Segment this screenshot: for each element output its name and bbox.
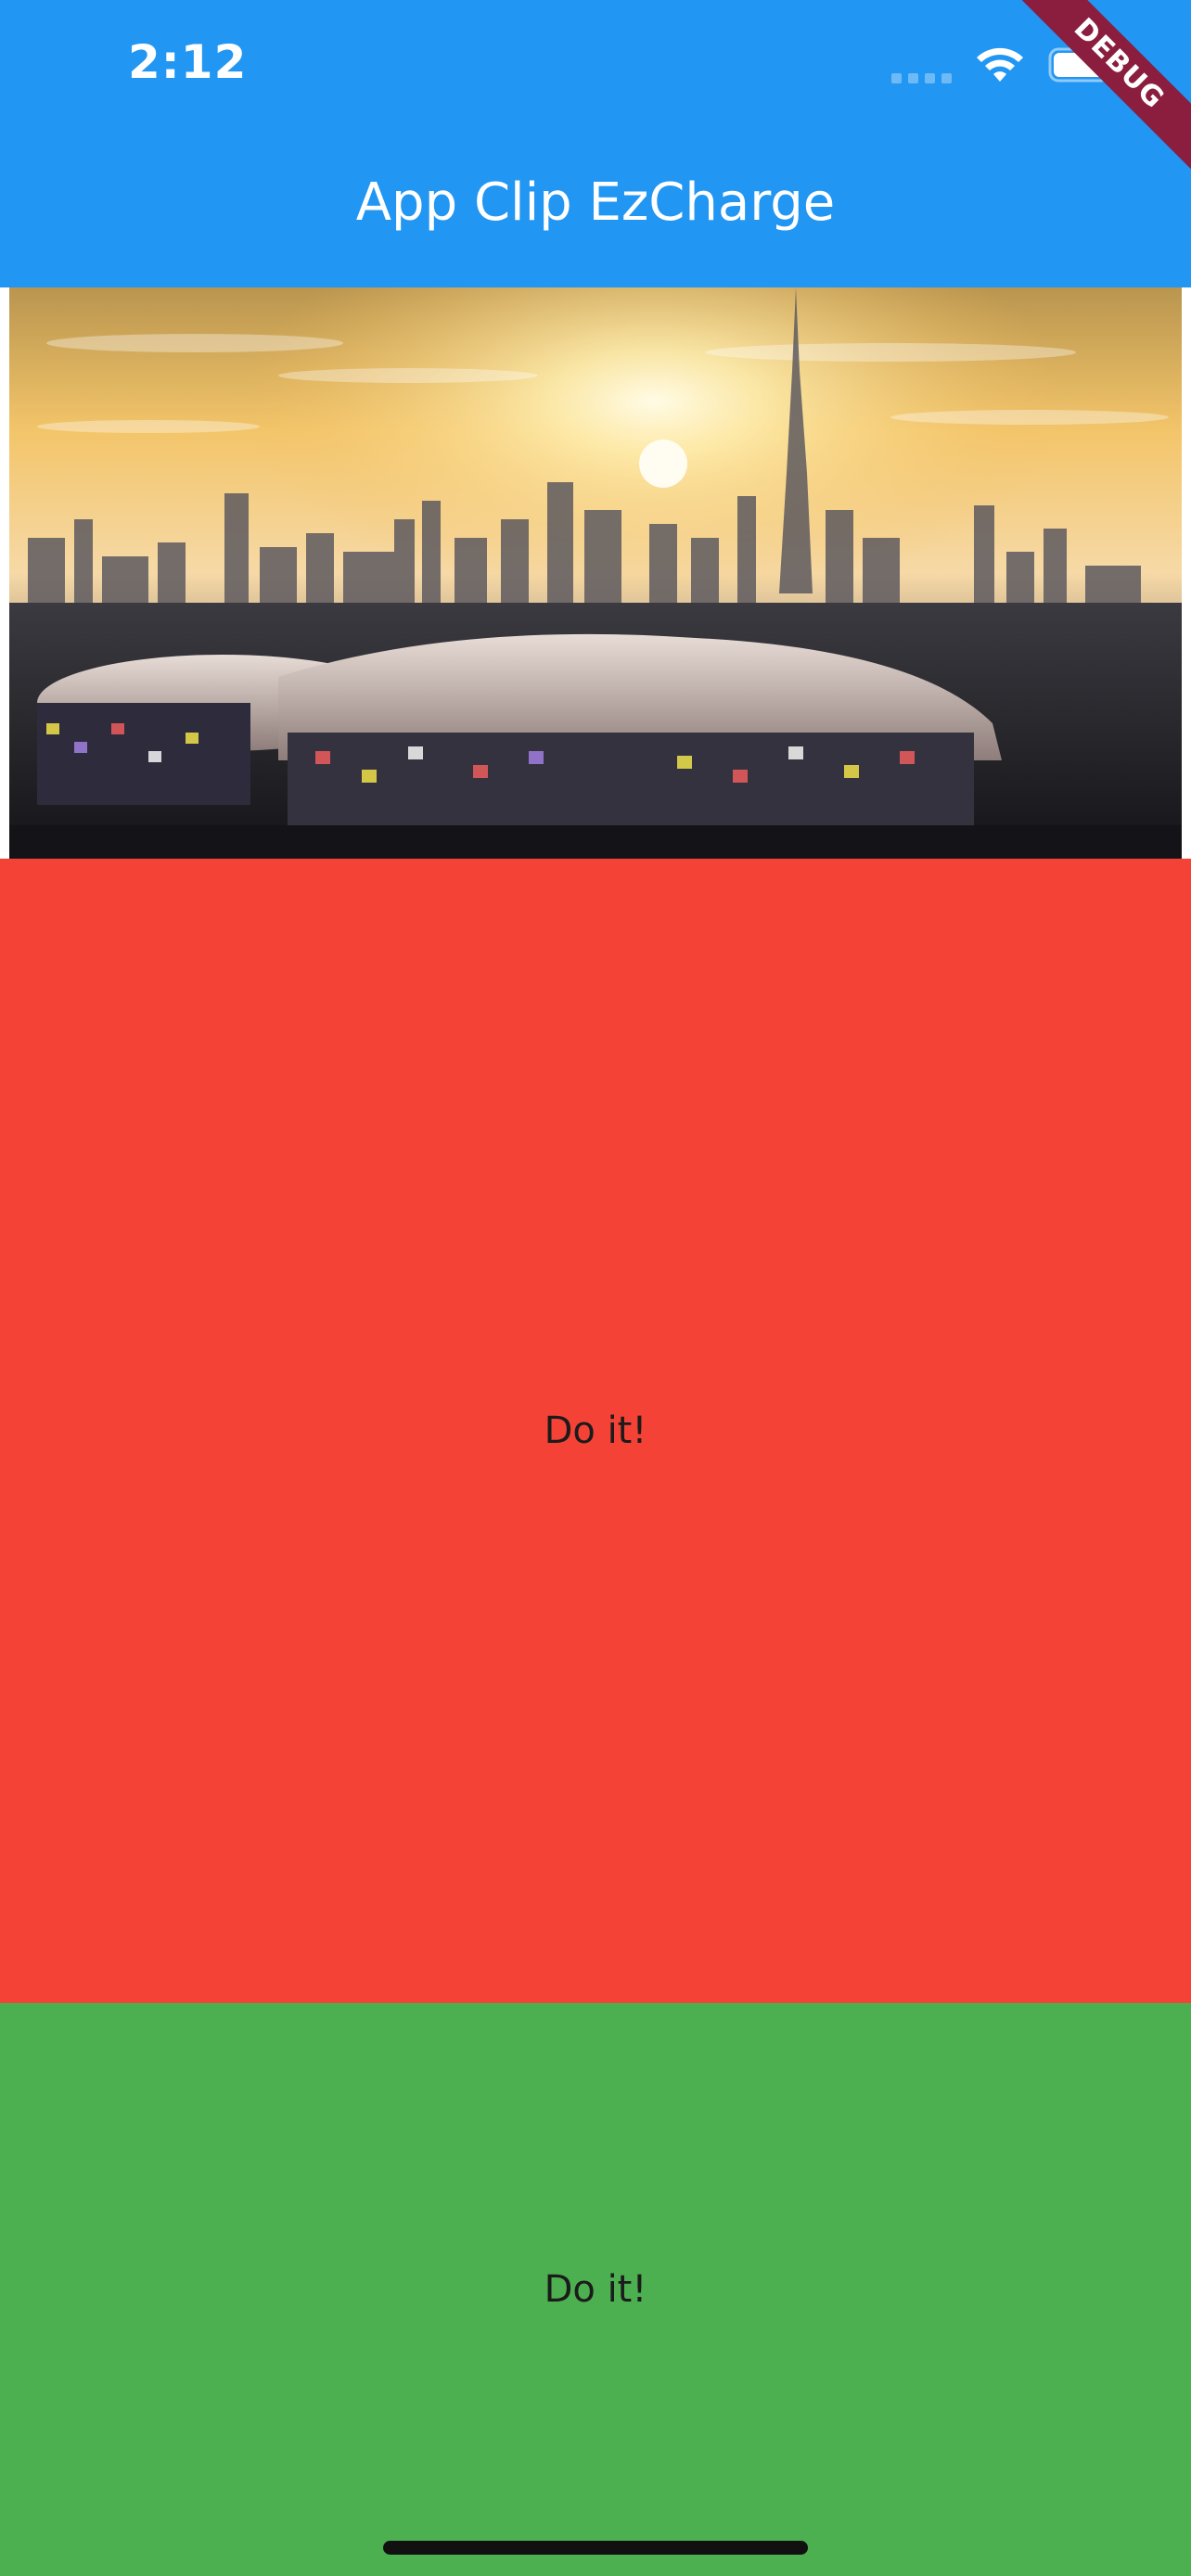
debug-banner: DEBUG bbox=[1015, 0, 1191, 176]
skyline-illustration bbox=[9, 287, 1182, 859]
app-bar: 2:12 App Clip EzCharge DEBUG bbox=[0, 0, 1191, 287]
home-indicator[interactable] bbox=[383, 2541, 808, 2555]
app-screen: 2:12 App Clip EzCharge DEBUG Do it! Do i… bbox=[0, 0, 1191, 2576]
panel-red[interactable]: Do it! bbox=[0, 859, 1191, 2003]
panel-green[interactable]: Do it! bbox=[0, 2003, 1191, 2576]
debug-banner-label: DEBUG bbox=[1015, 0, 1191, 176]
cellular-signal-icon bbox=[891, 46, 952, 83]
status-time: 2:12 bbox=[128, 35, 248, 89]
wifi-icon bbox=[977, 47, 1023, 82]
status-icons bbox=[891, 46, 1119, 83]
panel-label: Do it! bbox=[544, 1409, 647, 1452]
hero-image bbox=[9, 287, 1182, 859]
page-title: App Clip EzCharge bbox=[355, 172, 836, 233]
battery-icon bbox=[1048, 47, 1117, 83]
panel-label: Do it! bbox=[544, 2268, 647, 2311]
